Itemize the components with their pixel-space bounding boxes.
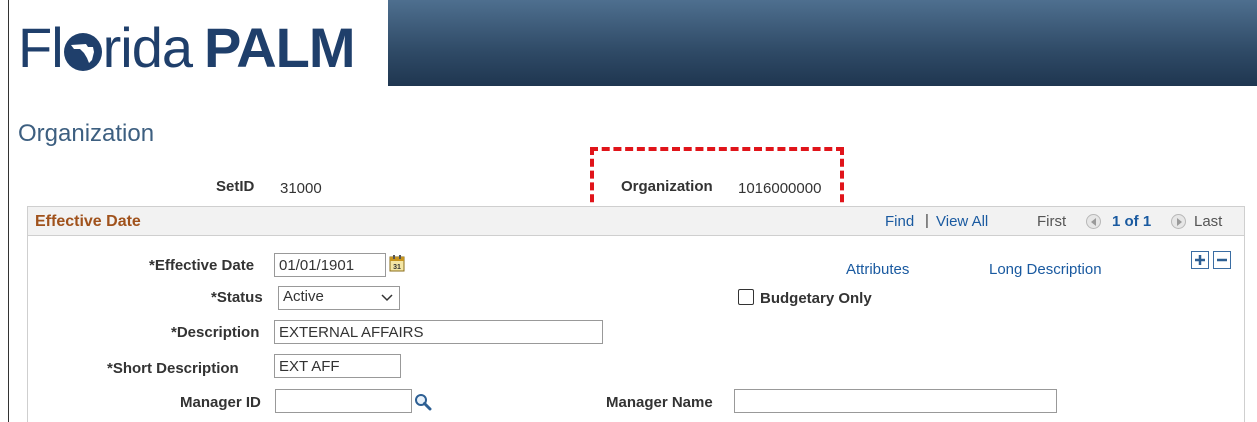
view-all-link[interactable]: View All — [936, 213, 988, 230]
long-description-link[interactable]: Long Description — [989, 261, 1102, 278]
search-icon[interactable] — [414, 393, 432, 411]
first-label: First — [1037, 213, 1067, 230]
setid-value: 31000 — [280, 180, 322, 197]
setid-label: SetID — [216, 178, 255, 195]
add-row-icon[interactable] — [1191, 251, 1209, 269]
short-description-label: *Short Description — [107, 360, 239, 377]
budgetary-only-label: Budgetary Only — [760, 290, 872, 307]
header-separator: | — [925, 212, 929, 229]
effective-date-input[interactable] — [274, 253, 386, 277]
find-link[interactable]: Find — [885, 213, 914, 230]
description-input[interactable] — [274, 320, 603, 344]
budgetary-only-checkbox[interactable] — [738, 289, 754, 305]
manager-name-input[interactable] — [734, 389, 1057, 413]
chevron-down-icon — [381, 290, 393, 308]
attributes-link[interactable]: Attributes — [846, 261, 909, 278]
description-label: *Description — [171, 324, 260, 341]
section-title: Effective Date — [35, 213, 141, 230]
effective-date-header: Effective Date Find | View All First 1 o… — [27, 206, 1245, 236]
short-description-input[interactable] — [274, 354, 401, 378]
highlight-box — [590, 147, 844, 214]
next-icon[interactable] — [1171, 214, 1186, 229]
calendar-icon[interactable]: 31 — [389, 254, 405, 272]
svg-text:31: 31 — [393, 264, 401, 271]
previous-icon[interactable] — [1086, 214, 1101, 229]
status-select[interactable]: Active — [278, 286, 400, 310]
effective-date-label: *Effective Date — [149, 257, 255, 274]
delete-row-icon[interactable] — [1213, 251, 1231, 269]
manager-id-input[interactable] — [275, 389, 412, 413]
page-title: Organization — [18, 120, 155, 147]
status-value: Active — [283, 288, 324, 305]
last-label: Last — [1194, 213, 1223, 230]
manager-name-label: Manager Name — [606, 394, 713, 411]
row-counter: 1 of 1 — [1112, 213, 1152, 230]
status-label: *Status — [211, 289, 263, 306]
manager-id-label: Manager ID — [180, 394, 261, 411]
